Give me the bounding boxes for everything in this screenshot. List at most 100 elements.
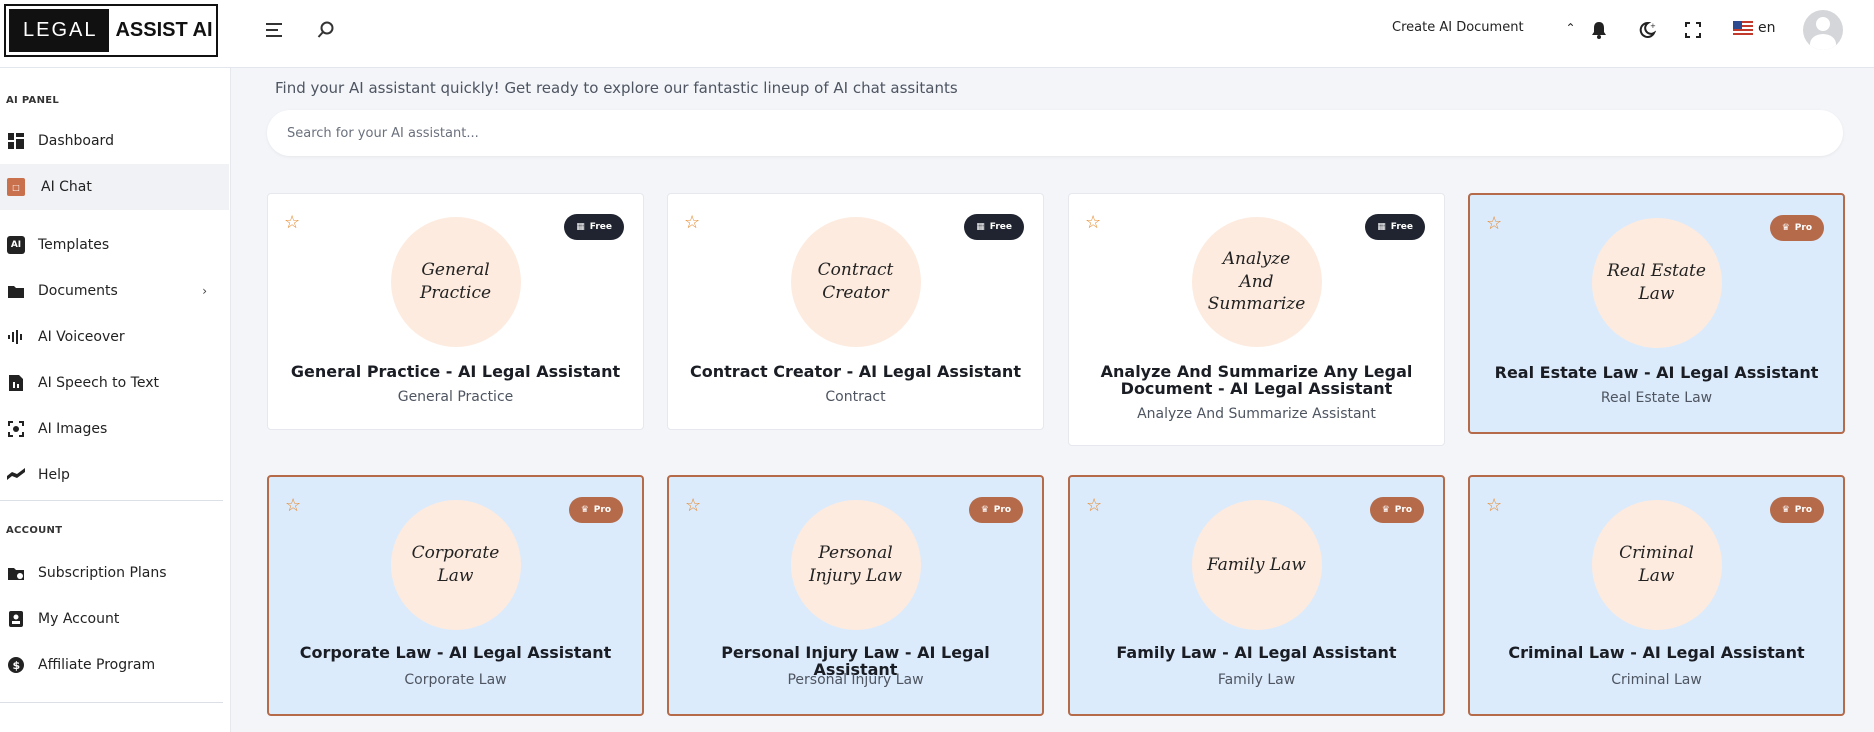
section-label-ai-panel: AI PANEL (6, 95, 60, 106)
crown-icon: ♛ (1781, 505, 1790, 515)
sidebar-item-label: AI Voiceover (38, 329, 125, 345)
search-input[interactable] (287, 125, 1843, 141)
star-icon[interactable]: ☆ (685, 497, 701, 515)
plan-badge: ▦ Free (1365, 214, 1425, 240)
user-avatar[interactable] (1803, 10, 1843, 50)
plans-icon (7, 564, 25, 582)
gift-icon: ▦ (976, 222, 985, 232)
section-label-account: ACCOUNT (6, 525, 63, 536)
star-icon[interactable]: ☆ (1085, 214, 1101, 232)
crown-icon: ♛ (580, 505, 589, 515)
account-icon (7, 610, 25, 628)
sidebar-item-label: AI Speech to Text (38, 375, 159, 391)
crown-icon: ♛ (1781, 223, 1790, 233)
assistant-card-personal-injury-law[interactable]: ☆ ♛ Pro Personal Injury Law Personal Inju… (667, 475, 1044, 716)
assistant-card-contract-creator[interactable]: ☆ ▦ Free Contract Creator Contract Creato… (667, 193, 1044, 430)
assistant-card-family-law[interactable]: ☆ ♛ Pro Family Law Family Law - AI Legal … (1068, 475, 1445, 716)
sidebar-item-subscription-plans[interactable]: Subscription Plans (0, 550, 229, 596)
chevron-right-icon: › (202, 284, 207, 298)
templates-icon: AI (7, 236, 25, 254)
star-icon[interactable]: ☆ (284, 214, 300, 232)
assistant-avatar: Analyze And Summarize (1191, 217, 1322, 347)
assistant-avatar: Corporate Law (390, 500, 521, 630)
card-subtitle: Family Law (1217, 672, 1296, 688)
sidebar-divider (0, 702, 223, 703)
svg-text:+: + (1650, 22, 1656, 30)
sidebar-item-my-account[interactable]: My Account (0, 596, 229, 642)
sidebar-item-label: My Account (38, 611, 120, 627)
fullscreen-icon[interactable] (1681, 18, 1705, 42)
card-title: Contract Creator - AI Legal Assistant (690, 362, 1021, 381)
assistant-card-real-estate-law[interactable]: ☆ ♛ Pro Real Estate Law Real Estate Law -… (1468, 193, 1845, 434)
plan-badge: ♛ Pro (1369, 497, 1424, 523)
speech-icon (7, 374, 25, 392)
search-icon[interactable] (314, 18, 338, 42)
gift-icon: ▦ (1377, 222, 1386, 232)
language-selector[interactable]: en (1733, 20, 1776, 36)
sidebar-item-templates[interactable]: AI Templates (0, 222, 229, 268)
logo-left-text: LEGAL (9, 9, 110, 52)
card-subtitle: Criminal Law (1611, 672, 1702, 688)
sidebar-divider (0, 500, 223, 501)
dollar-icon: $ (7, 656, 25, 674)
crown-icon: ♛ (980, 505, 989, 515)
sidebar-item-documents[interactable]: Documents › (0, 268, 229, 314)
logo[interactable]: LEGAL ASSIST AI (4, 4, 218, 57)
star-icon[interactable]: ☆ (285, 497, 301, 515)
sidebar-item-label: Help (38, 467, 70, 483)
star-icon[interactable]: ☆ (684, 214, 700, 232)
assistant-avatar: Contract Creator (790, 217, 921, 347)
card-subtitle: Corporate Law (404, 672, 507, 688)
card-subtitle: Personal Injury Law (787, 672, 924, 688)
sidebar-item-affiliate-program[interactable]: $ Affiliate Program (0, 642, 229, 688)
gift-icon: ▦ (576, 222, 585, 232)
menu-icon[interactable] (263, 18, 287, 42)
assistant-card-general-practice[interactable]: ☆ ▦ Free General Practice General Practic… (267, 193, 644, 430)
sidebar-item-label: Documents (38, 283, 118, 299)
svg-text:$: $ (13, 659, 21, 672)
waveform-icon (7, 328, 25, 346)
language-code: en (1758, 20, 1776, 36)
sidebar-item-help[interactable]: Help (0, 452, 229, 498)
assistant-card-criminal-law[interactable]: ☆ ♛ Pro Criminal Law Criminal Law - AI Le… (1468, 475, 1845, 716)
sidebar: AI PANEL Dashboard □ AI Chat AI Template… (0, 68, 231, 732)
card-subtitle: Analyze And Summarize Assistant (1137, 406, 1376, 422)
crown-icon: ♛ (1381, 505, 1390, 515)
sidebar-item-ai-images[interactable]: AI Images (0, 406, 229, 452)
assistant-avatar: General Practice (390, 217, 521, 347)
top-header: LEGAL ASSIST AI Create AI Document ⌃ + e… (0, 0, 1874, 68)
star-icon[interactable]: ☆ (1086, 497, 1102, 515)
sidebar-item-ai-chat[interactable]: □ AI Chat (0, 164, 229, 210)
create-ai-document-button[interactable]: Create AI Document ⌃ (1392, 20, 1576, 35)
assistant-avatar: Criminal Law (1591, 500, 1722, 630)
star-icon[interactable]: ☆ (1486, 215, 1502, 233)
assistant-card-analyze-summarize[interactable]: ☆ ▦ Free Analyze And Summarize Analyze An… (1068, 193, 1445, 446)
star-icon[interactable]: ☆ (1486, 497, 1502, 515)
sidebar-item-dashboard[interactable]: Dashboard (0, 118, 229, 164)
plan-badge: ♛ Pro (1769, 497, 1824, 523)
card-subtitle: General Practice (397, 389, 514, 405)
bell-icon[interactable] (1587, 18, 1611, 42)
card-subtitle: Contract (825, 389, 886, 405)
dashboard-icon (7, 132, 25, 150)
sidebar-item-label: AI Chat (41, 179, 92, 195)
theme-toggle-icon[interactable]: + (1635, 18, 1659, 42)
assistant-search (267, 110, 1843, 156)
card-title: Criminal Law - AI Legal Assistant (1508, 643, 1805, 662)
card-title: Corporate Law - AI Legal Assistant (299, 643, 612, 662)
folder-icon (7, 282, 25, 300)
sidebar-item-ai-speech-to-text[interactable]: AI Speech to Text (0, 360, 229, 406)
assistant-avatar: Family Law (1191, 500, 1322, 630)
image-icon (7, 420, 25, 438)
card-title: Family Law - AI Legal Assistant (1116, 643, 1397, 662)
intro-text: Find your AI assistant quickly! Get read… (275, 79, 958, 97)
sidebar-item-label: Templates (38, 237, 110, 253)
plan-badge: ♛ Pro (1769, 215, 1824, 241)
sidebar-item-label: AI Images (38, 421, 108, 437)
plan-badge: ♛ Pro (968, 497, 1023, 523)
assistant-card-corporate-law[interactable]: ☆ ♛ Pro Corporate Law Corporate Law - AI … (267, 475, 644, 716)
chevron-up-icon: ⌃ (1565, 20, 1576, 35)
help-icon (7, 466, 25, 484)
assistant-avatar: Real Estate Law (1591, 218, 1722, 348)
sidebar-item-ai-voiceover[interactable]: AI Voiceover (0, 314, 229, 360)
